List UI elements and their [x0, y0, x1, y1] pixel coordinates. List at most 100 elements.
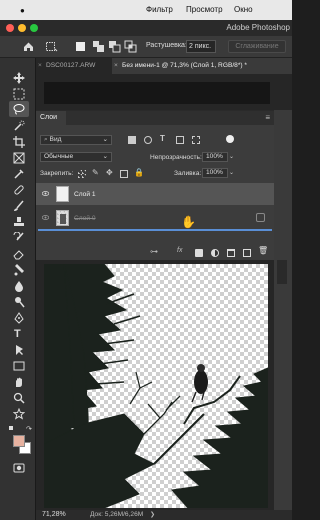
filter-smartobject-icon[interactable]: [192, 136, 200, 144]
feather-input[interactable]: 2 пикс.: [186, 40, 216, 53]
blend-mode-value: Обычные: [44, 153, 74, 160]
quick-mask-icon[interactable]: [13, 462, 25, 474]
lock-pixels-icon[interactable]: ✎: [92, 168, 99, 177]
pen-tool-icon[interactable]: [13, 312, 25, 324]
lock-artboard-icon[interactable]: [120, 170, 128, 178]
eyedropper-tool-icon[interactable]: [13, 168, 25, 180]
document-size: Док: 5,26M/6,26M: [90, 511, 144, 518]
grab-cursor-icon: ✋: [181, 215, 196, 229]
menu-view[interactable]: Просмотр: [186, 5, 223, 14]
swap-colors-icon[interactable]: ↷: [26, 425, 32, 433]
lock-transparency-icon[interactable]: [78, 170, 86, 178]
layer-row-sloi-1[interactable]: Слой 1: [36, 183, 274, 205]
tab-label: DSC00127.ARW: [46, 62, 96, 69]
blur-tool-icon[interactable]: [13, 280, 25, 292]
layer-filter-dropdown[interactable]: ⌕ Вид ⌄: [40, 135, 112, 145]
tab-dsc00127[interactable]: × DSC00127.ARW: [36, 58, 112, 74]
hand-tool-icon[interactable]: [13, 376, 25, 388]
filter-adjustment-icon[interactable]: [144, 136, 152, 144]
tab-untitled-1[interactable]: × Без имени-1 @ 71,3% (Слой 1, RGB/8*) *: [112, 58, 292, 74]
options-bar: Растушевка: 2 пикс. Сглаживание: [0, 36, 292, 58]
visibility-eye-icon[interactable]: [42, 191, 49, 196]
add-to-selection-icon[interactable]: [92, 40, 105, 53]
foreground-color-swatch[interactable]: [13, 435, 25, 447]
zoom-window-button[interactable]: [30, 24, 38, 32]
scroll-thumb[interactable]: [277, 260, 287, 284]
lock-all-icon[interactable]: 🔒: [134, 168, 144, 177]
filter-type-icon[interactable]: T: [160, 134, 165, 143]
lasso-preset-icon[interactable]: [45, 40, 58, 53]
tree-thumbnail-icon: [60, 214, 66, 224]
anti-alias-button[interactable]: Сглаживание: [228, 40, 286, 53]
close-window-button[interactable]: [6, 24, 14, 32]
close-tab-icon[interactable]: ×: [38, 58, 42, 74]
crop-tool-icon[interactable]: [13, 136, 25, 148]
app-title-bar: Adobe Photoshop: [0, 20, 292, 36]
new-selection-icon[interactable]: [74, 40, 87, 53]
clone-stamp-tool-icon[interactable]: [13, 216, 25, 228]
trash-icon[interactable]: 🗑: [258, 246, 268, 255]
apple-menu-icon[interactable]: ●: [20, 6, 25, 15]
fill-input[interactable]: 100%: [202, 168, 228, 178]
chevron-right-icon[interactable]: ❯: [150, 511, 155, 518]
healing-brush-tool-icon[interactable]: [13, 184, 25, 196]
history-brush-tool-icon[interactable]: [13, 232, 25, 244]
opacity-label: Непрозрачность:: [150, 154, 202, 161]
quick-selection-tool-icon[interactable]: [13, 120, 25, 132]
intersect-selection-icon[interactable]: [124, 40, 137, 53]
eraser-tool-icon[interactable]: [13, 248, 25, 260]
fill-label: Заливка:: [174, 170, 202, 177]
type-tool-icon[interactable]: T: [14, 328, 21, 340]
brush-tool-icon[interactable]: [13, 200, 25, 212]
dodge-tool-icon[interactable]: [13, 296, 25, 308]
filter-pixel-icon[interactable]: [128, 136, 136, 144]
marquee-tool-icon[interactable]: [13, 88, 25, 100]
adjustment-layer-icon[interactable]: [211, 249, 219, 257]
add-mask-icon[interactable]: [195, 249, 203, 257]
gradient-tool-icon[interactable]: [13, 264, 25, 276]
edit-toolbar-icon[interactable]: [13, 408, 25, 420]
default-colors-icon[interactable]: [9, 426, 13, 430]
menu-window[interactable]: Окно: [234, 5, 253, 14]
minimize-window-button[interactable]: [18, 24, 26, 32]
link-layers-icon[interactable]: ⊶: [150, 247, 158, 256]
filter-toggle-icon[interactable]: [226, 135, 234, 143]
menu-bar: ● Фильтр Просмотр Окно: [0, 0, 292, 20]
lock-position-icon[interactable]: ✥: [106, 168, 113, 177]
document-canvas[interactable]: [43, 263, 269, 509]
layer-thumbnail: [56, 186, 69, 202]
layer-row-sloi-0[interactable]: Слой 0: [36, 207, 274, 229]
path-selection-tool-icon[interactable]: [13, 344, 25, 356]
chevron-down-icon: ⌄: [102, 153, 108, 160]
move-tool-icon[interactable]: [13, 72, 25, 84]
filter-shape-icon[interactable]: [176, 136, 184, 144]
panel-menu-icon[interactable]: ≡: [265, 113, 270, 122]
close-tab-icon[interactable]: ×: [114, 58, 118, 74]
subtract-from-selection-icon[interactable]: [108, 40, 121, 53]
layer-name: Слой 0: [74, 215, 96, 222]
chevron-down-icon[interactable]: ⌄: [229, 169, 234, 176]
chevron-down-icon: ⌄: [102, 136, 108, 143]
zoom-level[interactable]: 71,28%: [42, 511, 66, 518]
home-icon[interactable]: [22, 40, 35, 53]
opacity-input[interactable]: 100%: [202, 152, 228, 162]
chevron-down-icon[interactable]: ⌄: [229, 153, 234, 160]
fx-button[interactable]: fx: [177, 247, 182, 254]
blend-mode-dropdown[interactable]: Обычные ⌄: [40, 152, 112, 162]
canvas-strip: [44, 82, 270, 104]
new-group-icon[interactable]: [227, 249, 235, 257]
zoom-tool-icon[interactable]: [13, 392, 25, 404]
frame-tool-icon[interactable]: [13, 152, 25, 164]
new-layer-icon[interactable]: [243, 249, 251, 257]
visibility-eye-icon[interactable]: [42, 215, 49, 220]
tab-layers[interactable]: Слои: [36, 111, 66, 125]
feather-label: Растушевка:: [146, 42, 187, 49]
app-title: Adobe Photoshop: [226, 23, 290, 32]
tree-silhouette-image: [43, 263, 269, 509]
status-bar: 71,28% Док: 5,26M/6,26M ❯: [36, 510, 292, 520]
tools-panel: T ↷: [0, 58, 36, 520]
layer-name: Слой 1: [74, 191, 96, 198]
rectangle-tool-icon[interactable]: [13, 360, 25, 372]
lasso-tool-icon[interactable]: [13, 103, 25, 115]
menu-filter[interactable]: Фильтр: [146, 5, 173, 14]
